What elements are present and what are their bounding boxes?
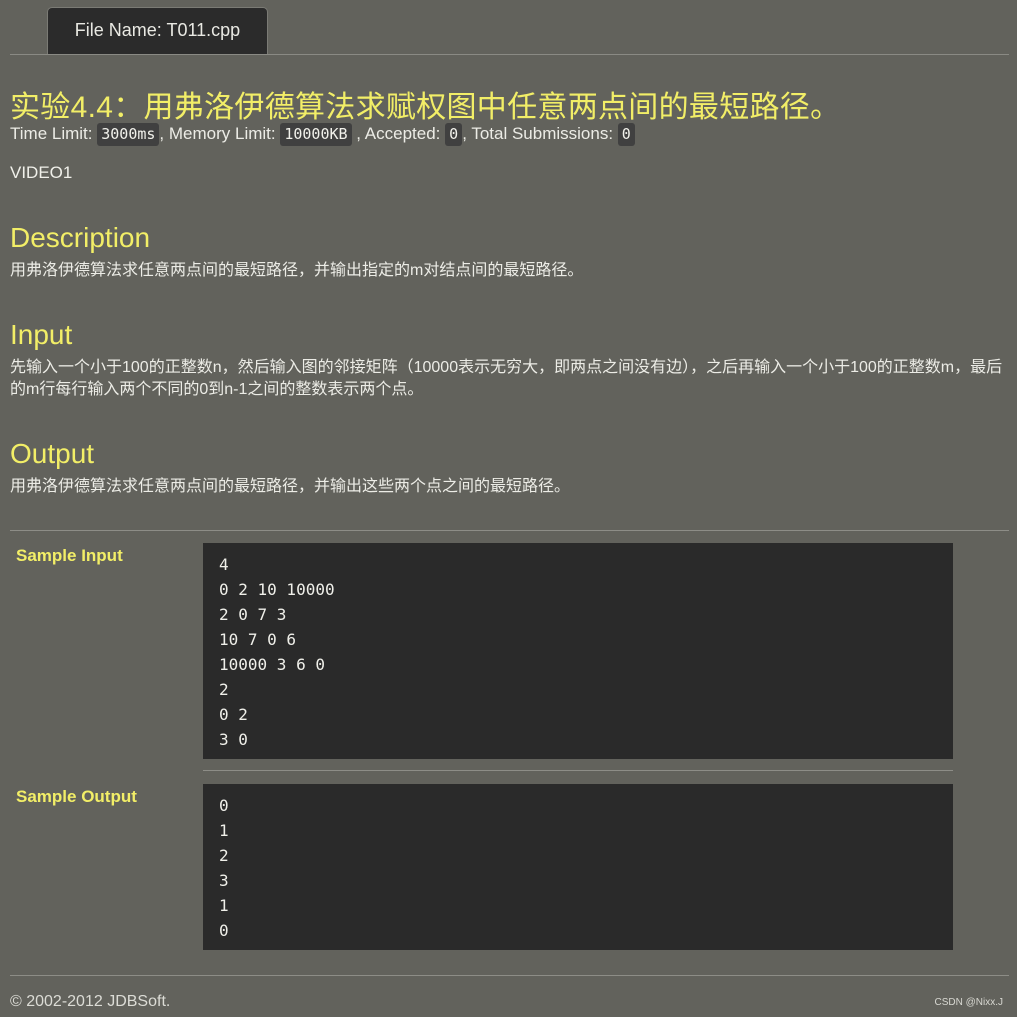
accepted-value: 0 <box>445 123 463 146</box>
sample-input-label: Sample Input <box>16 546 123 565</box>
sample-output-label: Sample Output <box>16 787 137 806</box>
copyright-text: © 2002-2012 JDBSoft. <box>10 993 171 1010</box>
memory-limit-label: , Memory Limit: <box>159 124 276 143</box>
footer-divider <box>10 975 1009 976</box>
sample-output-block[interactable]: 0 1 2 3 1 0 <box>203 784 953 950</box>
file-name-tab[interactable]: File Name: T011.cpp <box>47 7 268 54</box>
output-text: 用弗洛伊德算法求任意两点间的最短路径，并输出这些两个点之间的最短路径。 <box>10 478 571 495</box>
total-submissions-label: , Total Submissions: <box>462 124 614 143</box>
accepted-label: , Accepted: <box>356 124 441 143</box>
section-divider <box>10 530 1009 531</box>
description-text: 用弗洛伊德算法求任意两点间的最短路径，并输出指定的m对结点间的最短路径。 <box>10 262 584 279</box>
description-heading: Description <box>10 222 151 253</box>
input-text: 先输入一个小于100的正整数n，然后输入图的邻接矩阵（10000表示无穷大，即两… <box>10 359 1003 398</box>
time-limit-value: 3000ms <box>97 123 160 146</box>
total-submissions-value: 0 <box>617 123 635 146</box>
memory-limit-value: 10000KB <box>280 123 352 146</box>
sample-input-block[interactable]: 4 0 2 10 10000 2 0 7 3 10 7 0 6 10000 3 … <box>203 543 953 759</box>
problem-meta: Time Limit: 3000ms, Memory Limit: 10000K… <box>10 121 635 147</box>
output-heading: Output <box>10 438 95 469</box>
video-link[interactable]: VIDEO1 <box>10 163 72 183</box>
csdn-watermark: CSDN @Nixx.J <box>934 997 1004 1008</box>
problem-title: 实验4.4：用弗洛伊德算法求赋权图中任意两点间的最短路径。 <box>10 91 841 124</box>
time-limit-label: Time Limit: <box>10 124 93 143</box>
input-heading: Input <box>10 319 73 350</box>
tab-bar: File Name: T011.cpp <box>10 0 1009 55</box>
file-name-label: File Name: T011.cpp <box>74 20 241 40</box>
sample-divider <box>203 770 953 771</box>
